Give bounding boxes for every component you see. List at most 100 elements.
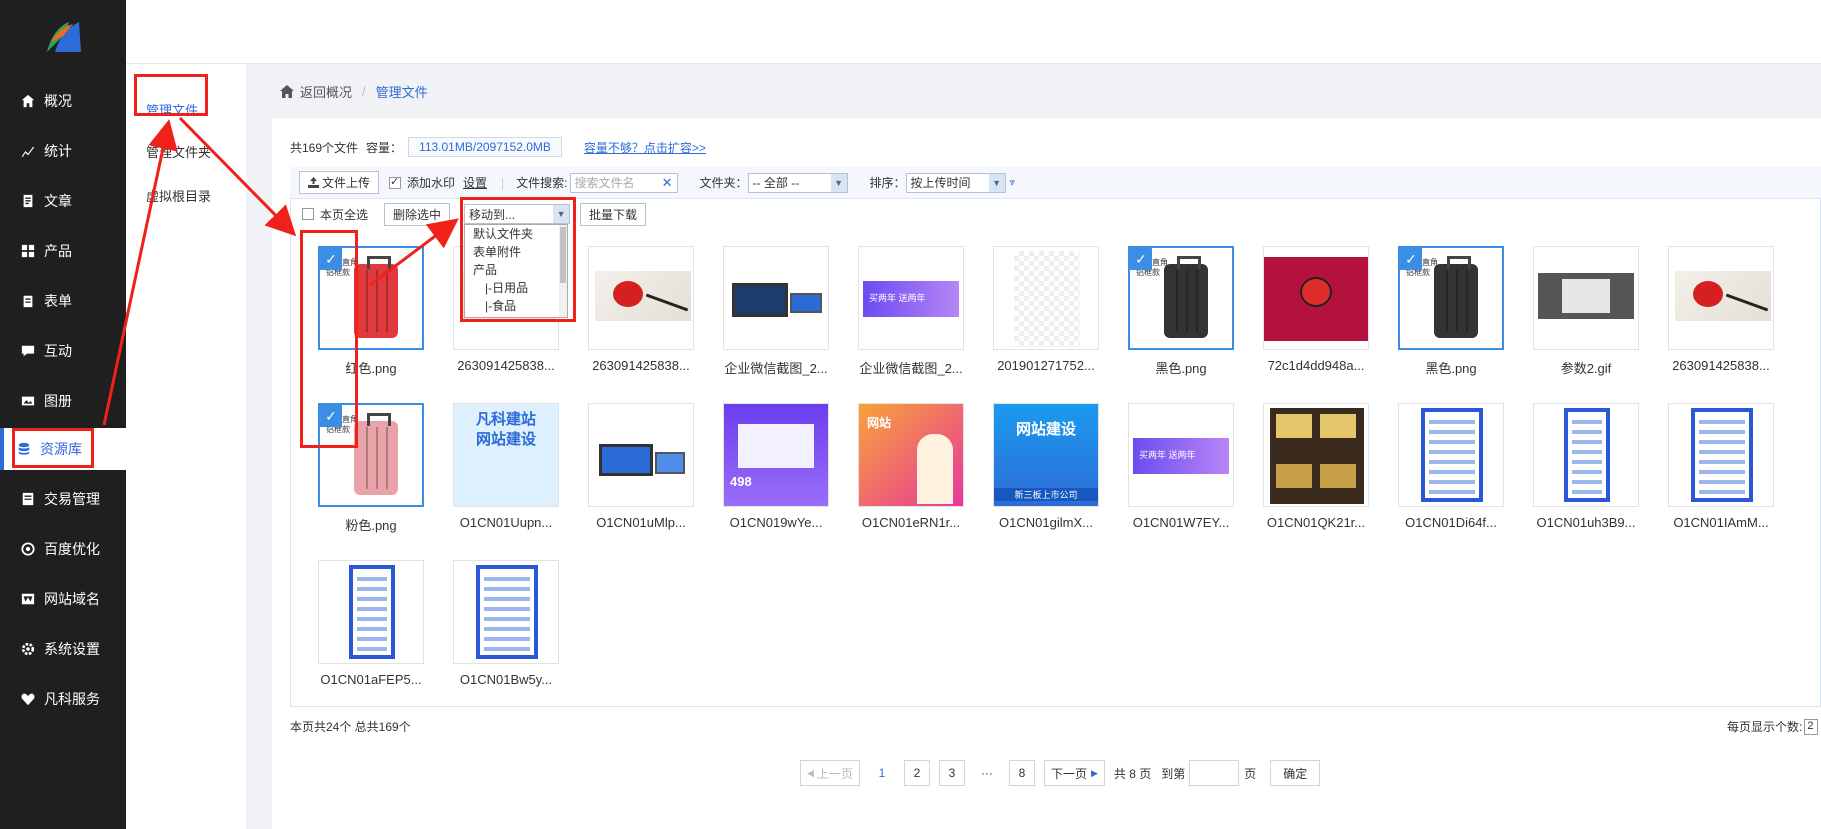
file-thumbnail[interactable]: [1533, 246, 1639, 350]
annotation-box-manage-files: [134, 74, 208, 116]
goto-page-input[interactable]: [1189, 760, 1240, 786]
sidebar-item-4[interactable]: 产品: [0, 230, 126, 272]
home-icon: [20, 93, 36, 109]
file-thumbnail[interactable]: [453, 560, 559, 664]
watermark-checkbox[interactable]: [389, 175, 402, 189]
page-number[interactable]: 2: [903, 760, 930, 786]
thumb-price: 498: [730, 474, 752, 489]
select-all-checkbox[interactable]: [302, 208, 314, 220]
breadcrumb-current: 管理文件: [375, 85, 428, 100]
file-tile[interactable]: O1CN01uMlp...: [588, 403, 694, 530]
watermark-settings-link[interactable]: 设置: [463, 174, 487, 191]
logo-icon: [47, 22, 81, 52]
upload-button[interactable]: 文件上传: [299, 171, 380, 194]
folder-select[interactable]: -- 全部 -- ▼: [747, 172, 848, 193]
file-name: 黑色.png: [1425, 361, 1477, 376]
heart-icon: [20, 691, 36, 707]
goto-confirm-button[interactable]: 确定: [1270, 760, 1321, 786]
file-thumbnail[interactable]: [1263, 246, 1369, 350]
file-tile[interactable]: 网红直角 铝框款 ✓ 黑色.png: [1398, 246, 1504, 377]
sidebar-item-2[interactable]: 统计: [0, 130, 126, 172]
sidebar-item-13[interactable]: 凡科服务: [0, 678, 126, 720]
file-thumbnail[interactable]: 买两年 送两年: [1128, 403, 1234, 507]
per-page-label: 每页显示个数:: [1727, 720, 1803, 734]
file-tile[interactable]: O1CN01Di64f...: [1398, 403, 1504, 530]
file-thumbnail[interactable]: [1533, 403, 1639, 507]
file-thumbnail[interactable]: [993, 246, 1099, 350]
file-tile[interactable]: 498 O1CN019wYe...: [723, 403, 829, 530]
file-thumbnail[interactable]: 网红直角 铝框款 ✓: [1398, 246, 1504, 350]
sidebar-item-label: 统计: [44, 143, 72, 159]
file-thumbnail[interactable]: 498: [723, 403, 829, 507]
page-number[interactable]: 8: [1008, 760, 1035, 786]
capacity-label: 容量：: [366, 140, 403, 155]
file-thumbnail[interactable]: [318, 560, 424, 664]
file-thumbnail[interactable]: 网站建设 新三板上市公司: [993, 403, 1099, 507]
file-tile[interactable]: 201901271752...: [993, 246, 1099, 373]
sidebar-item-5[interactable]: 表单: [0, 280, 126, 322]
folder-label: 文件夹：: [699, 176, 748, 190]
sort-select[interactable]: 按上传时间 ▼: [905, 172, 1006, 193]
file-tile[interactable]: 72c1d4dd948a...: [1263, 246, 1369, 373]
delete-selected-button[interactable]: 删除选中: [384, 202, 451, 226]
file-tile[interactable]: 网红直角 铝框款 ✓ 黑色.png: [1128, 246, 1234, 377]
file-tile[interactable]: O1CN01uh3B9...: [1533, 403, 1639, 530]
file-thumbnail[interactable]: [1263, 403, 1369, 507]
sidebar-item-label: 互动: [44, 343, 72, 359]
sidebar-item-label: 文章: [44, 193, 72, 209]
next-page-button[interactable]: 下一页 ▶: [1043, 760, 1105, 786]
file-thumbnail[interactable]: [723, 246, 829, 350]
file-tile[interactable]: 参数2.gif: [1533, 246, 1639, 377]
subnav-manage-folders[interactable]: 管理文件夹: [146, 142, 211, 161]
checkmark-icon[interactable]: ✓: [1400, 248, 1422, 270]
file-tile[interactable]: 网站建设 新三板上市公司 O1CN01gilmX...: [993, 403, 1099, 530]
expand-more-icon[interactable]: ⩔: [1010, 177, 1016, 188]
file-tile[interactable]: 买两年 送两年 O1CN01W7EY...: [1128, 403, 1234, 530]
checkmark-icon[interactable]: ✓: [1130, 248, 1152, 270]
sidebar-item-7[interactable]: 图册: [0, 380, 126, 422]
sidebar-item-label: 概况: [44, 93, 72, 109]
file-tile[interactable]: 网站 O1CN01eRN1r...: [858, 403, 964, 530]
file-tile[interactable]: 企业微信截图_2...: [723, 246, 829, 377]
file-tile[interactable]: O1CN01aFEP5...: [318, 560, 424, 687]
prev-page-button[interactable]: ◀ 上一页: [800, 760, 860, 786]
file-tile[interactable]: 263091425838...: [588, 246, 694, 373]
batch-download-button[interactable]: 批量下载: [580, 202, 647, 226]
brand-logo: [0, 0, 126, 72]
search-input[interactable]: 搜索文件名 ✕: [569, 172, 678, 193]
thumb-title: 网站建设: [1015, 421, 1076, 438]
caret-right-icon: ▶: [1090, 767, 1098, 778]
clear-search-icon[interactable]: ✕: [662, 175, 673, 191]
sidebar-item-12[interactable]: 系统设置: [0, 628, 126, 670]
sidebar-item-9[interactable]: 交易管理: [0, 478, 126, 520]
page-number[interactable]: 1: [868, 760, 895, 786]
file-tile[interactable]: 263091425838...: [1668, 246, 1774, 373]
file-tile[interactable]: 买两年 送两年 企业微信截图_2...: [858, 246, 964, 377]
file-tile[interactable]: 凡科建站 网站建设 O1CN01Uupn...: [453, 403, 559, 530]
sidebar-item-10[interactable]: 百度优化: [0, 528, 126, 570]
file-name: O1CN019wYe...: [729, 515, 823, 530]
file-tile[interactable]: O1CN01QK21r...: [1263, 403, 1369, 530]
subnav-virtual-root[interactable]: 虚拟根目录: [146, 186, 211, 205]
breadcrumb-back-link[interactable]: 返回概况: [300, 82, 352, 101]
file-tile[interactable]: O1CN01Bw5y...: [453, 560, 559, 687]
file-thumbnail[interactable]: [588, 403, 694, 507]
file-name: O1CN01IAmM...: [1673, 515, 1769, 530]
page-number[interactable]: 3: [938, 760, 965, 786]
per-page-input[interactable]: 2: [1804, 718, 1819, 735]
sidebar-item-3[interactable]: 文章: [0, 180, 126, 222]
file-thumbnail[interactable]: 网红直角 铝框款 ✓: [1128, 246, 1234, 350]
expand-capacity-link[interactable]: 容量不够？点击扩容>>: [584, 139, 706, 156]
file-thumbnail[interactable]: [1668, 403, 1774, 507]
file-thumbnail[interactable]: 买两年 送两年: [858, 246, 964, 350]
file-thumbnail[interactable]: [588, 246, 694, 350]
sidebar-item-6[interactable]: 互动: [0, 330, 126, 372]
sidebar-item-1[interactable]: 概况: [0, 80, 126, 122]
file-name: 263091425838...: [457, 358, 555, 373]
file-thumbnail[interactable]: 网站: [858, 403, 964, 507]
file-thumbnail[interactable]: 凡科建站 网站建设: [453, 403, 559, 507]
file-thumbnail[interactable]: [1398, 403, 1504, 507]
file-tile[interactable]: O1CN01IAmM...: [1668, 403, 1774, 530]
sidebar-item-11[interactable]: 网站域名: [0, 578, 126, 620]
file-thumbnail[interactable]: [1668, 246, 1774, 350]
